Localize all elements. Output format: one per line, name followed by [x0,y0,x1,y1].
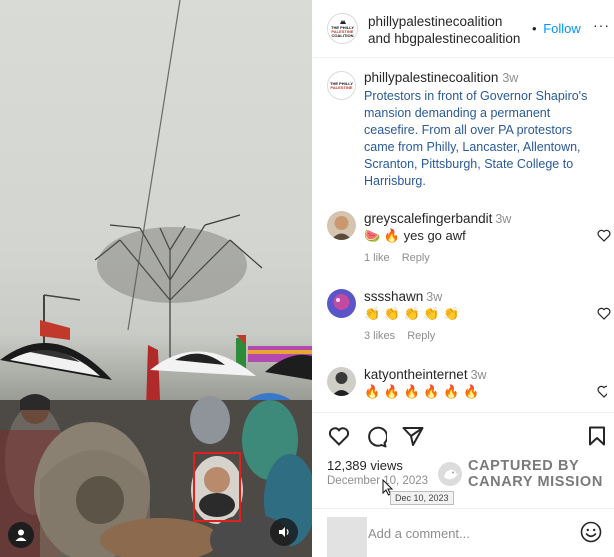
follow-area: • Follow [532,21,581,36]
comment-username[interactable]: katyontheinternet [364,367,468,382]
post-actions [313,412,614,460]
comment-username[interactable]: greyscalefingerbandit [364,211,492,226]
follow-button[interactable]: Follow [543,21,581,36]
heart-icon[interactable] [597,307,611,320]
caption-text: Protestors in front of Governor Shapiro'… [364,89,588,188]
bookmark-icon[interactable] [588,426,606,446]
tagged-users-button[interactable] [8,522,34,548]
authors-connector: and [368,31,391,46]
watermark: CAPTURED BY CANARY MISSION [437,458,603,490]
sound-toggle-button[interactable] [270,518,298,546]
caption-username[interactable]: phillypalestinecoalition [364,70,498,85]
share-icon[interactable] [402,426,424,446]
post-date[interactable]: December 10, 2023 [327,475,428,487]
user-icon [15,529,27,541]
comment-header: sssshawn 3w [364,289,442,304]
comment-meta: 1 like Reply [364,252,430,264]
comment-item: sssshawn 3w 👏 👏 👏 👏 👏 3 likes Reply [327,289,611,349]
comment-timestamp[interactable]: 3w [495,212,511,226]
heart-icon[interactable] [597,385,607,398]
comment-header: katyontheinternet 3w [364,367,487,382]
comment-header: greyscalefingerbandit 3w [364,211,511,226]
watermark-line1: CAPTURED BY [468,458,580,474]
comment-icon[interactable] [365,426,387,448]
more-options-button[interactable]: ··· [593,17,610,33]
emoji-icon[interactable] [580,521,602,543]
commenter-avatar[interactable] [327,289,356,318]
commenter-avatar[interactable] [327,367,356,396]
add-comment-bar [313,508,614,557]
reply-button[interactable]: Reply [402,252,430,264]
comment-text: 🔥 🔥 🔥 🔥 🔥 🔥 [364,384,480,399]
protest-scene-image [0,0,312,557]
comment-timestamp[interactable]: 3w [471,368,487,382]
comment-like-count[interactable]: 3 likes [364,330,395,342]
date-tooltip: Dec 10, 2023 [390,491,454,505]
speaker-icon [279,527,289,537]
caption-logo-line2: PALESTINE [330,84,353,90]
caption-header: phillypalestinecoalition 3w [364,70,518,85]
view-count[interactable]: 12,389 views [327,458,403,473]
author-avatar[interactable]: THE PHILLY PALESTINE COALITION [327,13,358,44]
dot-separator: • [532,21,537,36]
current-user-avatar [327,517,367,557]
comment-text: 👏 👏 👏 👏 👏 [364,306,460,321]
comment-item: greyscalefingerbandit 3w 🍉 🔥 yes go awf 1… [327,211,611,271]
comment-like-count[interactable]: 1 like [364,252,390,264]
caption-timestamp[interactable]: 3w [502,71,518,85]
post-panel: THE PHILLY PALESTINE COALITION phillypal… [313,0,614,557]
logo-text-line3: COALITION [331,33,354,38]
watermark-line2: CANARY MISSION [468,474,603,490]
comment-meta: 3 likes Reply [364,330,435,342]
post-header: THE PHILLY PALESTINE COALITION phillypal… [313,0,614,58]
post-authors: phillypalestinecoalition and hbgpalestin… [368,13,520,47]
comment-timestamp[interactable]: 3w [426,290,442,304]
post-media[interactable] [0,0,312,557]
comment-input[interactable] [368,523,568,543]
coauthor-username[interactable]: hbgpalestinecoalition [394,31,520,46]
comment-text: 🍉 🔥 yes go awf [364,228,466,243]
heart-icon[interactable] [597,229,611,242]
reply-button[interactable]: Reply [407,330,435,342]
highlight-box [193,452,241,522]
comment-item: katyontheinternet 3w 🔥 🔥 🔥 🔥 🔥 🔥 [327,367,607,407]
author-username[interactable]: phillypalestinecoalition [368,14,502,29]
caption-author-avatar[interactable]: THE PHILLY PALESTINE [327,71,356,100]
heart-icon[interactable] [328,426,350,446]
commenter-avatar[interactable] [327,211,356,240]
comment-username[interactable]: sssshawn [364,289,423,304]
canary-mission-logo-icon [438,462,462,486]
